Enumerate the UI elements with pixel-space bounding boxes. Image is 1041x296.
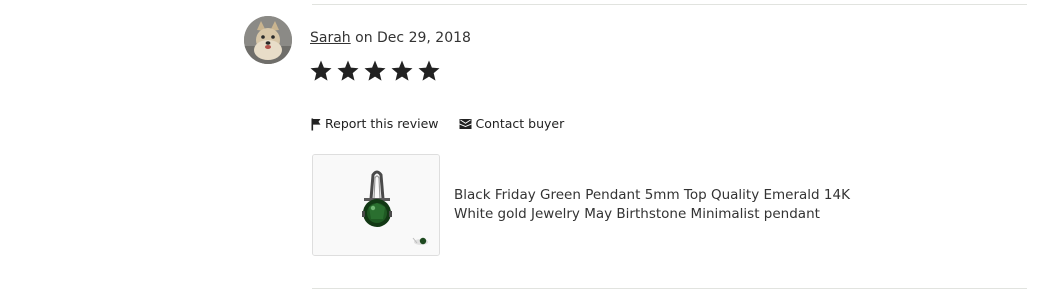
listing-title[interactable]: Black Friday Green Pendant 5mm Top Quali… — [454, 186, 864, 224]
listing-title-line-1: Black Friday Green Pendant 5mm Top Quali… — [454, 187, 850, 203]
star-icon — [390, 59, 414, 83]
star-icon — [336, 59, 360, 83]
contact-buyer-label: Contact buyer — [475, 116, 565, 131]
bottom-divider — [312, 288, 1027, 289]
envelope-icon — [459, 119, 472, 129]
flag-icon — [311, 118, 321, 130]
purchased-listing-link[interactable]: Black Friday Green Pendant 5mm Top Quali… — [312, 154, 912, 256]
report-review-button[interactable]: Report this review — [311, 116, 439, 132]
star-icon — [363, 59, 387, 83]
listing-title-line-2: White gold Jewelry May Birthstone Minima… — [454, 206, 820, 222]
review-actions: Report this review Contact buyer — [311, 116, 564, 132]
review-meta: Sarah on Dec 29, 2018 — [310, 29, 471, 47]
pendant-photo-icon — [313, 155, 439, 255]
top-divider — [312, 4, 1027, 5]
report-review-label: Report this review — [325, 116, 439, 131]
dog-photo-icon — [244, 16, 292, 64]
star-icon — [309, 59, 333, 83]
contact-buyer-button[interactable]: Contact buyer — [459, 116, 565, 132]
reviewer-avatar[interactable] — [244, 16, 292, 64]
review-date: on Dec 29, 2018 — [350, 30, 471, 46]
star-rating — [309, 59, 441, 83]
listing-thumbnail[interactable] — [312, 154, 440, 256]
reviewer-name-link[interactable]: Sarah — [310, 30, 351, 46]
star-icon — [417, 59, 441, 83]
